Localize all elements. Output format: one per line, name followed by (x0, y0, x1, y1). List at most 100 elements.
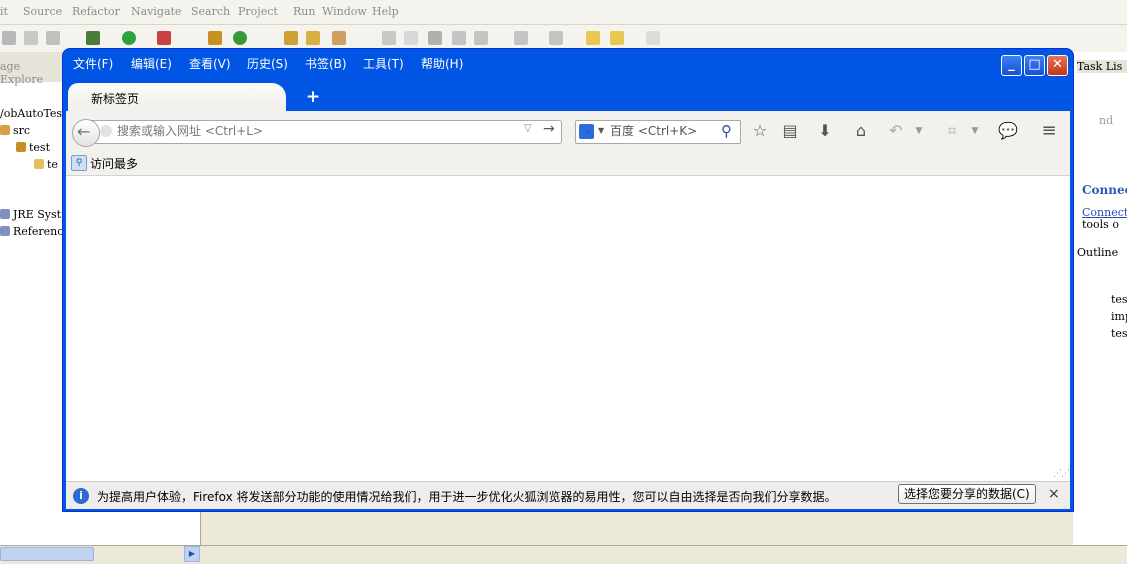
choose-data-button[interactable]: 选择您要分享的数据(C) (898, 484, 1036, 504)
eclipse-menu-help[interactable]: Help (372, 5, 399, 18)
menu-view[interactable]: 查看(V) (189, 55, 231, 72)
url-dropdown-icon[interactable]: ▽ (524, 123, 532, 134)
tree-item-label: JRE Syst (13, 208, 62, 221)
connect-title: Connec (1082, 183, 1127, 197)
forward-nav-icon[interactable] (646, 31, 660, 45)
eclipse-menu-navigate[interactable]: Navigate (131, 5, 181, 18)
outline-item[interactable]: imp (1111, 310, 1127, 323)
menu-bookmarks[interactable]: 书签(B) (305, 55, 347, 72)
package-explorer-tab[interactable]: age Explore (0, 52, 64, 86)
tree-item-label: /obAutoTest (0, 107, 67, 120)
menu-help[interactable]: 帮助(H) (421, 55, 463, 72)
outline-tab[interactable]: Outline (1077, 246, 1118, 259)
url-bar[interactable]: ▽ → (90, 120, 562, 144)
block-icon[interactable] (452, 31, 466, 45)
package-icon (16, 142, 26, 152)
tree-item-test[interactable]: test (16, 141, 50, 154)
tree-item-label: Referenc (13, 225, 64, 238)
prev-annotation-icon[interactable] (549, 31, 563, 45)
crop-icon[interactable]: ⌗ (941, 121, 963, 141)
scrollbar-thumb[interactable] (0, 547, 94, 561)
bookmarks-toolbar: ⚲ 访问最多 (66, 149, 1070, 176)
search-tool-icon[interactable] (332, 31, 346, 45)
next-annotation-icon[interactable] (514, 31, 528, 45)
library-icon (0, 209, 10, 219)
mark-icon[interactable] (428, 31, 442, 45)
maximize-button[interactable]: □ (1024, 55, 1045, 76)
url-input[interactable] (117, 123, 497, 139)
back-arrow-icon: ← (77, 122, 91, 141)
close-icon: ✕ (1052, 57, 1063, 72)
page-content[interactable] (66, 176, 1070, 482)
eclipse-menu-source[interactable]: Source (23, 5, 62, 18)
tree-item-label: te (47, 158, 58, 171)
tree-item-java-file[interactable]: te (34, 158, 58, 171)
tools-text: tools o (1082, 218, 1119, 231)
bookmark-star-icon[interactable]: ☆ (749, 121, 771, 141)
last-edit-icon[interactable] (586, 31, 600, 45)
open-folder-icon[interactable] (284, 31, 298, 45)
outline-item[interactable]: tes (1111, 293, 1127, 306)
horizontal-scrollbar[interactable]: ▶ (0, 546, 200, 562)
search-icon[interactable]: ⚲ (721, 122, 732, 140)
paragraph-icon[interactable] (474, 31, 488, 45)
bookmarks-menu-icon[interactable]: ▤ (779, 121, 801, 141)
tree-item-src[interactable]: src (0, 124, 30, 137)
chat-icon[interactable]: 💬 (997, 121, 1019, 141)
tree-item-project[interactable]: /obAutoTest (0, 107, 67, 120)
baidu-icon[interactable]: 🐾 (579, 124, 594, 139)
save-icon[interactable] (2, 31, 16, 45)
debug-icon[interactable] (86, 31, 100, 45)
most-visited-bookmark[interactable]: 访问最多 (90, 155, 138, 172)
eclipse-menu-run[interactable]: Run (293, 5, 315, 18)
tree-item-references[interactable]: Referenc (0, 225, 63, 238)
tree-item-jre[interactable]: JRE Syst (0, 208, 61, 221)
new-class-icon[interactable] (233, 31, 247, 45)
menu-history[interactable]: 历史(S) (247, 55, 288, 72)
firefox-window: 文件(F) 编辑(E) 查看(V) 历史(S) 书签(B) 工具(T) 帮助(H… (63, 49, 1073, 511)
home-icon[interactable]: ⌂ (850, 121, 872, 141)
go-arrow-icon[interactable]: → (543, 121, 555, 137)
pen-icon[interactable] (404, 31, 418, 45)
tab-new-tab-page[interactable]: 新标签页 (68, 83, 286, 111)
search-input[interactable] (610, 123, 720, 139)
new-java-project-icon[interactable] (208, 31, 222, 45)
eclipse-menu-refactor[interactable]: Refactor (72, 5, 120, 18)
back-button[interactable]: ← (72, 119, 100, 147)
eclipse-menubar: it Source Refactor Navigate Search Proje… (0, 0, 1127, 25)
new-tab-button[interactable]: + (303, 87, 323, 107)
downloads-icon[interactable]: ⬇ (814, 121, 836, 141)
external-tools-icon[interactable] (157, 31, 171, 45)
menu-hamburger-icon[interactable]: ≡ (1038, 121, 1060, 141)
eclipse-right-panel: Task Lis nd Connec Connect tools o Outli… (1073, 52, 1127, 546)
print-icon[interactable] (46, 31, 60, 45)
task-list-tab[interactable]: Task Lis (1077, 60, 1127, 73)
close-window-button[interactable]: ✕ (1047, 55, 1068, 76)
resize-grip-icon[interactable]: ⋰⋰ (1053, 469, 1070, 479)
crop-dropdown-icon[interactable]: ▼ (964, 121, 986, 141)
find-field[interactable]: nd (1099, 114, 1113, 127)
eclipse-menu-edit[interactable]: it (0, 5, 8, 18)
annotation-icon[interactable] (382, 31, 396, 45)
search-engine-dropdown-icon[interactable]: ▼ (598, 126, 604, 135)
undo-icon[interactable]: ↶ (885, 121, 907, 141)
back-nav-icon[interactable] (610, 31, 624, 45)
notification-close-icon[interactable]: × (1048, 486, 1060, 502)
scroll-right-icon[interactable]: ▶ (184, 546, 200, 562)
search-bar[interactable]: 🐾 ▼ ⚲ (575, 120, 741, 144)
undo-dropdown-icon[interactable]: ▼ (908, 121, 930, 141)
open-type-icon[interactable] (306, 31, 320, 45)
outline-item[interactable]: tes (1111, 327, 1127, 340)
eclipse-menu-search[interactable]: Search (191, 5, 230, 18)
info-icon: i (73, 488, 89, 504)
minimize-button[interactable]: _ (1001, 55, 1022, 76)
library-icon (0, 226, 10, 236)
minimize-icon: _ (1008, 57, 1015, 72)
menu-edit[interactable]: 编辑(E) (131, 55, 172, 72)
save-all-icon[interactable] (24, 31, 38, 45)
eclipse-menu-project[interactable]: Project (238, 5, 278, 18)
eclipse-menu-window[interactable]: Window (322, 5, 367, 18)
run-icon[interactable] (122, 31, 136, 45)
menu-file[interactable]: 文件(F) (73, 55, 113, 72)
menu-tools[interactable]: 工具(T) (363, 55, 404, 72)
